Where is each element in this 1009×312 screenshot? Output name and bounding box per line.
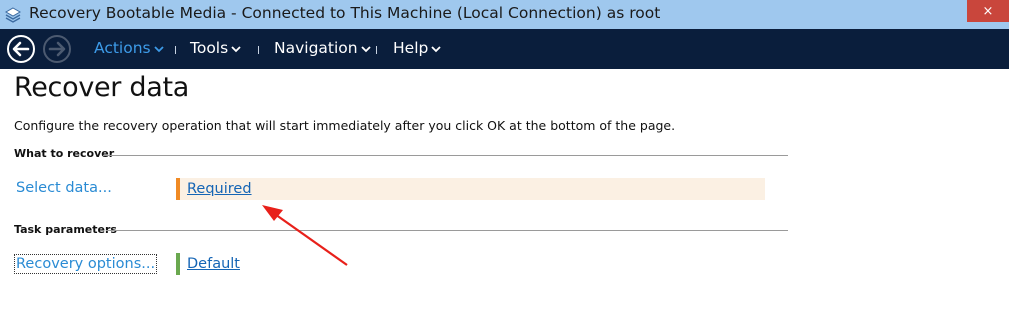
section-header-task-parameters: Task parameters [14,223,117,236]
close-icon: × [982,3,994,19]
chevron-down-icon [153,45,164,52]
page-description: Configure the recovery operation that wi… [14,118,676,133]
select-data-link[interactable]: Select data... [16,180,112,196]
recovery-options-link[interactable]: Recovery options... [13,254,158,274]
app-window: Recovery Bootable Media - Connected to T… [0,0,1009,312]
section-header-what-to-recover: What to recover [14,147,115,160]
status-indicator-required [176,178,180,200]
menu-separator [376,46,377,54]
menu-tools[interactable]: Tools [190,39,241,57]
required-value-row [176,178,765,200]
page-title: Recover data [14,72,190,103]
menu-help-label: Help [393,39,429,57]
status-indicator-default [176,253,180,275]
section-divider [106,230,788,231]
close-button[interactable]: × [967,0,1009,22]
menu-actions-label: Actions [94,39,151,57]
window-title: Recovery Bootable Media - Connected to T… [29,4,661,22]
menu-separator [258,46,259,54]
chevron-down-icon [231,45,241,52]
menu-navigation[interactable]: Navigation [274,39,371,57]
required-link[interactable]: Required [187,181,252,197]
menu-tools-label: Tools [190,39,229,57]
stack-layers-icon [4,7,22,23]
menu-actions[interactable]: Actions [94,39,164,57]
menu-navigation-label: Navigation [274,39,358,57]
chevron-down-icon [360,45,371,52]
chevron-down-icon [431,45,441,52]
menu-separator [175,46,176,54]
title-bar: Recovery Bootable Media - Connected to T… [0,0,1009,29]
back-arrow-icon[interactable] [6,34,36,64]
menu-help[interactable]: Help [393,39,441,57]
menu-bar: Actions Tools Navigation Help [0,29,1009,69]
section-divider [103,155,788,156]
forward-arrow-icon[interactable] [42,34,72,64]
default-link[interactable]: Default [187,256,240,272]
